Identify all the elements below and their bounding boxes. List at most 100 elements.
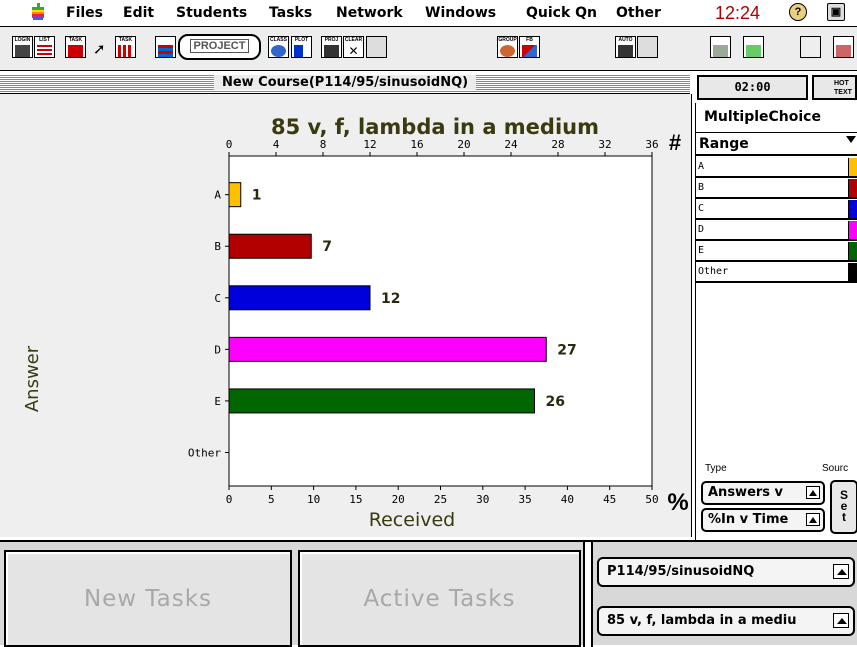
legend-swatch: [848, 221, 857, 239]
auto-button[interactable]: AUTO: [615, 36, 636, 58]
hot-text-button[interactable]: HOT TEXT: [812, 75, 857, 100]
menu-windows[interactable]: Windows: [425, 5, 496, 21]
legend-item[interactable]: A: [696, 158, 857, 178]
percent-tick-label: 50: [645, 493, 658, 506]
count-tick-label: 24: [504, 138, 518, 151]
toolbar: LOGIN LIST TASK ➚ TASK PROJECT CLASS PLO…: [0, 27, 857, 71]
percent-tick-label: 30: [476, 493, 489, 506]
percent-tick-label: 5: [268, 493, 275, 506]
active-tasks-button[interactable]: Active Tasks: [298, 550, 581, 647]
help-icon[interactable]: ?: [789, 3, 807, 21]
menu-quick-qn[interactable]: Quick Qn: [526, 5, 597, 21]
group-button[interactable]: GROUP: [497, 36, 518, 58]
legend-label: B: [698, 182, 705, 193]
legend-swatch: [848, 263, 857, 281]
feedback-button[interactable]: FB: [519, 36, 540, 58]
clock: 12:24: [715, 3, 761, 23]
legend-item[interactable]: E: [696, 242, 857, 262]
window-title: New Course(P114/95/sinusoidNQ): [213, 75, 477, 90]
plot-area: [228, 155, 653, 487]
task-grid-button[interactable]: TASK: [115, 36, 136, 58]
menu-files[interactable]: Files: [66, 5, 103, 21]
project-view-button[interactable]: PROJ: [321, 36, 342, 58]
legend-label: D: [698, 224, 705, 235]
percent-tick-label: 45: [603, 493, 616, 506]
count-axis-symbol: #: [669, 130, 681, 155]
class-button[interactable]: CLASS: [268, 36, 289, 58]
category-label: E: [214, 395, 221, 408]
bar-value-label: 1: [252, 188, 262, 204]
legend-item[interactable]: C: [696, 200, 857, 220]
clear-button[interactable]: CLEAR ✕: [343, 36, 364, 58]
bar-value-label: 27: [557, 342, 576, 358]
legend-swatch: [848, 242, 857, 260]
count-tick-label: 36: [645, 138, 658, 151]
plot-button[interactable]: PLOT: [291, 36, 312, 58]
source-label: Sourc: [822, 463, 849, 474]
menu-other[interactable]: Other: [616, 5, 661, 21]
question-type-title: MultipleChoice: [704, 109, 821, 125]
time-select[interactable]: %In v Time: [701, 508, 825, 532]
percent-axis-symbol: %: [667, 489, 688, 516]
new-tasks-button[interactable]: New Tasks: [4, 550, 292, 647]
menu-bar: Files Edit Students Tasks Network Window…: [0, 0, 857, 27]
category-label: D: [214, 343, 221, 356]
legend-item[interactable]: B: [696, 179, 857, 199]
legend-swatch: [848, 179, 857, 197]
legend-label: Other: [698, 266, 729, 277]
bar-b: [228, 233, 312, 259]
legend-item[interactable]: D: [696, 221, 857, 241]
chart-title: 85 v, f, lambda in a medium: [271, 115, 599, 139]
count-tick-label: 20: [457, 138, 470, 151]
auto-option-button[interactable]: [637, 36, 658, 58]
legend-label: E: [698, 245, 705, 256]
dropdown-arrow-icon: [846, 136, 856, 143]
bar-value-label: 12: [381, 291, 400, 307]
count-tick-label: 32: [598, 138, 611, 151]
popup-arrow-icon: [806, 486, 820, 499]
bar-d: [228, 336, 547, 362]
legend-swatch: [848, 158, 857, 176]
tool-b-button[interactable]: [743, 36, 764, 58]
tool-a-button[interactable]: [710, 36, 731, 58]
response-chart: 85 v, f, lambda in a medium 0 4 8 12 16 20 24 28…: [22, 115, 689, 531]
task-button[interactable]: TASK: [65, 36, 86, 58]
bar-e: [228, 388, 535, 414]
tool-c-button[interactable]: [833, 36, 854, 58]
set-button[interactable]: Set: [830, 480, 857, 534]
login-button[interactable]: LOGIN: [12, 36, 33, 58]
arrow-cursor-icon[interactable]: ➚: [93, 40, 106, 58]
window-title-bar[interactable]: New Course(P114/95/sinusoidNQ): [0, 74, 690, 94]
course-select[interactable]: P114/95/sinusoidNQ: [597, 557, 855, 587]
flag-button[interactable]: [155, 36, 176, 58]
answers-type-select[interactable]: Answers v: [701, 481, 825, 505]
menu-students[interactable]: Students: [176, 5, 247, 21]
right-panel: MultipleChoice Range A B C D E Other Type Sou…: [695, 103, 857, 540]
percent-tick-label: 15: [349, 493, 362, 506]
count-tick-label: 16: [410, 138, 423, 151]
percent-tick-label: 20: [392, 493, 405, 506]
bar-value-label: 26: [546, 394, 565, 410]
timer-display[interactable]: 02:00: [697, 75, 808, 100]
list-button[interactable]: LIST: [34, 36, 55, 58]
blank-button[interactable]: [800, 36, 821, 58]
divider: [583, 542, 593, 647]
percent-tick-label: 10: [307, 493, 320, 506]
apple-menu-icon[interactable]: [30, 3, 46, 21]
chart-panel: 85 v, f, lambda in a medium 0 4 8 12 16 20 24 28…: [0, 94, 692, 537]
application-icon[interactable]: ▣: [827, 3, 845, 21]
legend-item[interactable]: Other: [696, 263, 857, 283]
percent-tick-label: 40: [561, 493, 574, 506]
bottom-bar: New Tasks Active Tasks P114/95/sinusoidN…: [0, 540, 857, 647]
edit-tool-button[interactable]: [366, 36, 387, 58]
menu-network[interactable]: Network: [336, 5, 403, 21]
project-button[interactable]: PROJECT: [178, 34, 261, 60]
y-axis-label: Answer: [22, 345, 43, 412]
range-selector[interactable]: Range: [696, 132, 857, 156]
menu-edit[interactable]: Edit: [123, 5, 154, 21]
count-tick-label: 4: [273, 138, 280, 151]
type-label: Type: [705, 463, 727, 474]
question-select[interactable]: 85 v, f, lambda in a mediu: [597, 606, 855, 636]
percent-tick-label: 25: [434, 493, 447, 506]
menu-tasks[interactable]: Tasks: [269, 5, 312, 21]
